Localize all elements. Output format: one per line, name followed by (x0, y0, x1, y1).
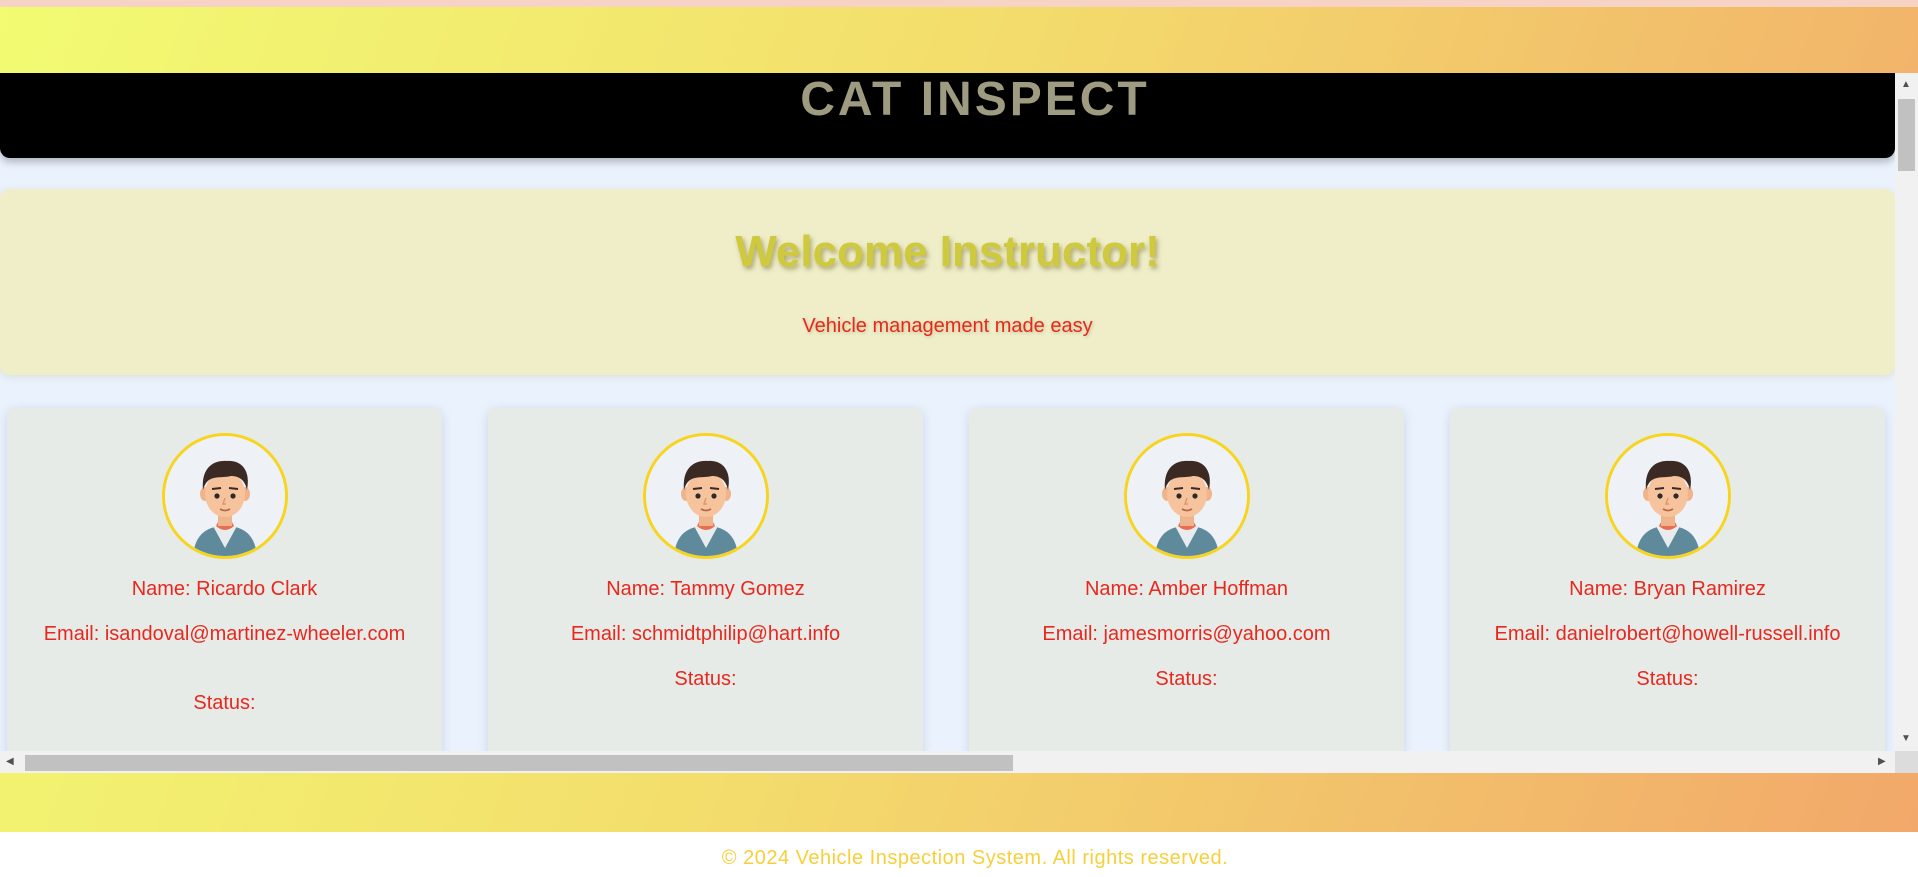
browser-top-strip (0, 0, 1918, 7)
page-footer: © 2024 Vehicle Inspection System. All ri… (0, 832, 1918, 877)
instructor-name: Name: Tammy Gomez (606, 578, 805, 600)
user-avatar-icon (643, 433, 769, 559)
instructor-status: Status: (193, 692, 256, 714)
vertical-scroll-thumb[interactable] (1898, 99, 1915, 171)
instructor-status: Status: (1155, 668, 1218, 690)
brand-title: CAT INSPECT (800, 73, 1150, 126)
footer-copyright: © 2024 Vehicle Inspection System. All ri… (721, 847, 1229, 869)
instructor-email: Email: jamesmorris@yahoo.com (1042, 623, 1331, 645)
chevron-right-icon[interactable]: ▶ (1878, 756, 1886, 768)
vertical-scrollbar[interactable]: ▲ ▼ (1895, 73, 1918, 751)
user-avatar-icon (1124, 433, 1250, 559)
user-avatar-icon (1605, 433, 1731, 559)
instructor-card[interactable]: Name: Amber Hoffman Email: jamesmorris@y… (969, 408, 1404, 773)
instructor-email: Email: isandoval@martinez-wheeler.com (43, 623, 406, 645)
scroll-viewport[interactable]: CAT INSPECT Welcome Instructor! Vehicle … (0, 73, 1918, 773)
instructor-card[interactable]: Name: Tammy Gomez Email: schmidtphilip@h… (488, 408, 923, 773)
welcome-subtitle: Vehicle management made easy (802, 315, 1093, 337)
instructor-status: Status: (1636, 668, 1699, 690)
chevron-up-icon[interactable]: ▲ (1901, 79, 1911, 91)
instructor-email: Email: schmidtphilip@hart.info (570, 623, 841, 645)
instructor-name: Name: Amber Hoffman (1084, 578, 1289, 600)
instructor-email: Email: danielrobert@howell-russell.info (1494, 623, 1841, 645)
horizontal-scroll-thumb[interactable] (25, 755, 1013, 771)
instructor-name: Name: Bryan Ramirez (1569, 578, 1766, 600)
instructor-name: Name: Ricardo Clark (131, 578, 318, 600)
horizontal-scrollbar[interactable]: ◀ ▶ (0, 751, 1895, 773)
chevron-down-icon[interactable]: ▼ (1901, 733, 1911, 745)
instructor-card[interactable]: Name: Bryan Ramirez Email: danielrobert@… (1450, 408, 1885, 773)
welcome-banner: Welcome Instructor! Vehicle management m… (0, 189, 1895, 375)
instructor-card[interactable]: Name: Ricardo Clark Email: isandoval@mar… (7, 408, 442, 773)
app-header: CAT INSPECT (0, 73, 1895, 158)
instructor-status: Status: (674, 668, 737, 690)
user-avatar-icon (162, 433, 288, 559)
scrollbar-corner (1895, 751, 1918, 773)
chevron-left-icon[interactable]: ◀ (6, 756, 14, 768)
welcome-title: Welcome Instructor! (735, 227, 1160, 276)
